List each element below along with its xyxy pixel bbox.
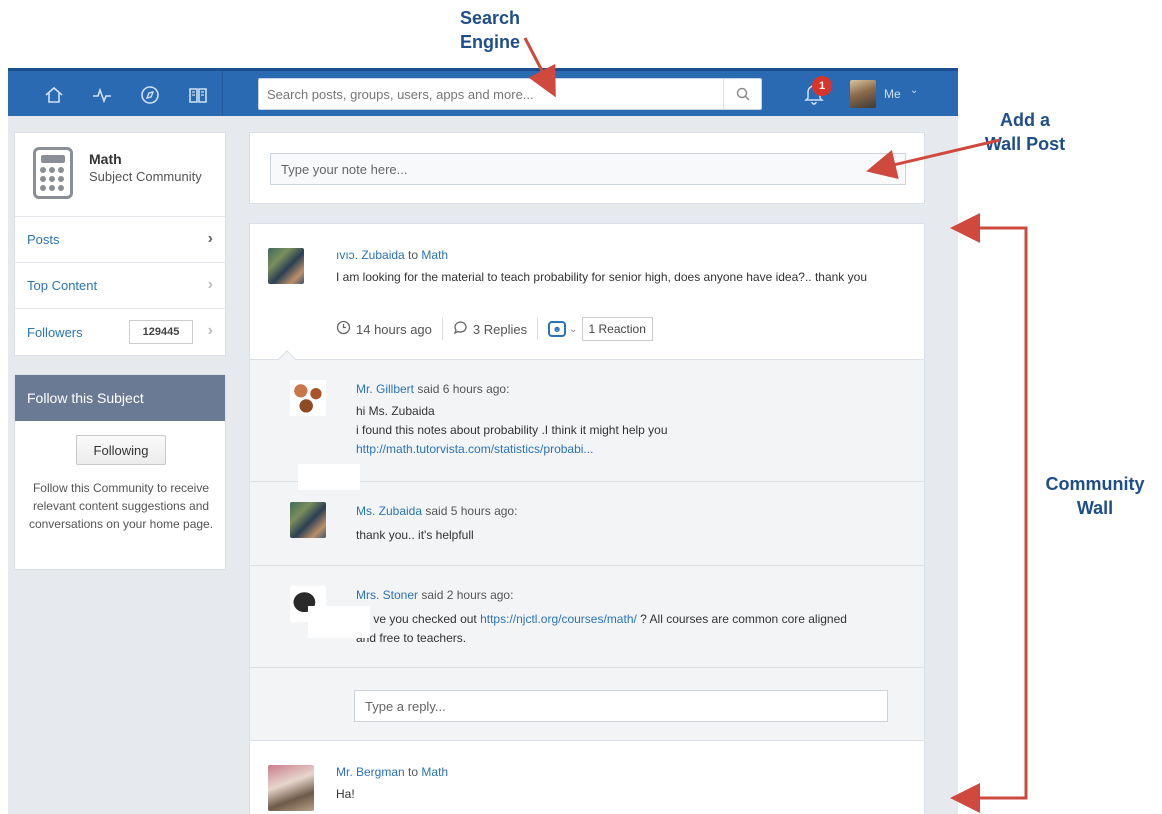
reply-header: Mr. Gillbert said 6 hours ago:: [356, 382, 509, 396]
annotation-add-wall-post: Add a Wall Post: [984, 110, 1066, 154]
reply-author-link[interactable]: Mr. Gillbert: [356, 382, 414, 396]
activity-icon[interactable]: [88, 81, 116, 109]
reply-item: Mrs. Stoner said 2 hours ago: ve you che…: [250, 566, 924, 668]
wall-post: ıvıɔ. Zubaida to Math I am looking for t…: [249, 223, 925, 370]
avatar[interactable]: [268, 765, 314, 811]
reply-link[interactable]: https://njctl.org/courses/math/: [480, 612, 637, 626]
reply-line: hi Ms. Zubaida: [356, 404, 435, 418]
reply-item: Mr. Gillbert said 6 hours ago: hi Ms. Zu…: [250, 360, 924, 490]
chevron-right-icon: ›: [207, 322, 213, 339]
wall-post: Mr. Bergman to Math Ha!: [249, 740, 925, 814]
post-author-link[interactable]: ıvıɔ. Zubaida: [336, 248, 405, 262]
follow-title: Follow this Subject: [15, 375, 225, 421]
reply-timestamp: said 6 hours ago:: [417, 382, 510, 396]
clock-icon: [336, 320, 351, 338]
reply-author-link[interactable]: Mrs. Stoner: [356, 588, 418, 602]
avatar[interactable]: [268, 248, 304, 284]
subject-name: Math: [89, 151, 122, 167]
compass-icon[interactable]: [136, 81, 164, 109]
avatar[interactable]: [290, 380, 326, 416]
reply-link[interactable]: http://math.tutorvista.com/statistics/pr…: [356, 442, 593, 456]
nav-divider: [222, 71, 223, 116]
book-icon[interactable]: [184, 81, 212, 109]
post-to-word: to: [408, 248, 419, 262]
followers-count: 129445: [129, 320, 193, 344]
user-avatar[interactable]: [850, 80, 876, 108]
subject-card: Math Subject Community Posts › Top Conte…: [14, 132, 226, 356]
calculator-icon: [33, 147, 73, 199]
reply-text: thank you.. it's helpfull: [356, 528, 474, 542]
search-button[interactable]: [723, 79, 761, 109]
reply-line: and free to teachers.: [356, 631, 467, 645]
follow-card: Follow this Subject Following Follow thi…: [14, 374, 226, 570]
post-time: 14 hours ago: [356, 321, 432, 337]
post-target-link[interactable]: Math: [421, 248, 448, 262]
chevron-down-icon[interactable]: ⌄: [569, 324, 577, 335]
reply-input[interactable]: [354, 690, 888, 722]
post-to-word: to: [408, 765, 419, 779]
note-input[interactable]: [270, 153, 906, 185]
post-header: ıvıɔ. Zubaida to Math: [336, 248, 448, 262]
community-wall: ıvıɔ. Zubaida to Math I am looking for t…: [249, 223, 925, 814]
post-text: I am looking for the material to teach p…: [336, 270, 867, 284]
following-button[interactable]: Following: [76, 435, 166, 465]
comment-icon: [453, 320, 468, 338]
post-target-link[interactable]: Math: [421, 765, 448, 779]
search-input[interactable]: [259, 79, 719, 109]
reply-timestamp: said 5 hours ago:: [425, 504, 518, 518]
annotation-community-wall: Community Wall: [1045, 474, 1145, 518]
post-header: Mr. Bergman to Math: [336, 765, 448, 779]
reply-line: i found this notes about probability .I …: [356, 423, 668, 437]
chevron-right-icon: ›: [207, 230, 213, 247]
wall-post-composer: [249, 132, 925, 204]
subject-header: Math Subject Community: [15, 133, 225, 217]
app-window: 1 Me ⌄ Math Subject Community Posts › To…: [8, 68, 958, 814]
reply-item: Ms. Zubaida said 5 hours ago: thank you.…: [250, 482, 924, 566]
home-icon[interactable]: [40, 81, 68, 109]
sidebar-item-posts[interactable]: Posts ›: [15, 217, 225, 263]
reply-text: hi Ms. Zubaida i found this notes about …: [356, 402, 896, 459]
subject-type: Subject Community: [89, 169, 202, 184]
reply-timestamp: said 2 hours ago:: [421, 588, 514, 602]
follow-description: Follow this Community to receive relevan…: [28, 481, 214, 531]
reply-author-link[interactable]: Ms. Zubaida: [356, 504, 422, 518]
community-wall-bracket: [958, 226, 1028, 800]
post-text: Ha!: [336, 787, 355, 801]
redaction-box: [308, 606, 370, 638]
sidebar-item-followers[interactable]: Followers 129445 ›: [15, 309, 225, 355]
post-meta: 14 hours ago 3 Replies ☻ ⌄ 1 Reaction: [336, 316, 653, 342]
replies-link[interactable]: 3 Replies: [473, 322, 527, 337]
reply-line: ve you checked out: [373, 612, 477, 626]
sidebar-item-label: Followers: [27, 324, 83, 340]
sidebar-item-label: Posts: [27, 232, 60, 247]
chevron-down-icon[interactable]: ⌄: [910, 85, 918, 96]
sidebar-item-top-content[interactable]: Top Content ›: [15, 263, 225, 309]
annotation-search-engine: Search Engine: [459, 8, 521, 52]
reply-line: ? All courses are common core aligned: [640, 612, 847, 626]
chevron-right-icon: ›: [207, 276, 213, 293]
reply-header: Mrs. Stoner said 2 hours ago:: [356, 588, 513, 602]
reaction-count-button[interactable]: 1 Reaction: [581, 317, 653, 341]
search-bar: [258, 78, 762, 110]
me-label[interactable]: Me: [884, 87, 901, 101]
top-navigation-bar: 1 Me ⌄: [8, 68, 958, 116]
post-author-link[interactable]: Mr. Bergman: [336, 765, 405, 779]
notification-badge[interactable]: 1: [812, 76, 832, 96]
search-icon: [736, 87, 749, 101]
reply-text: ve you checked out https://njctl.org/cou…: [356, 610, 896, 648]
avatar[interactable]: [290, 502, 326, 538]
sidebar-item-label: Top Content: [27, 278, 98, 293]
reaction-icon[interactable]: ☻: [548, 321, 567, 337]
reply-header: Ms. Zubaida said 5 hours ago:: [356, 504, 517, 518]
replies-thread: Mr. Gillbert said 6 hours ago: hi Ms. Zu…: [249, 360, 925, 740]
